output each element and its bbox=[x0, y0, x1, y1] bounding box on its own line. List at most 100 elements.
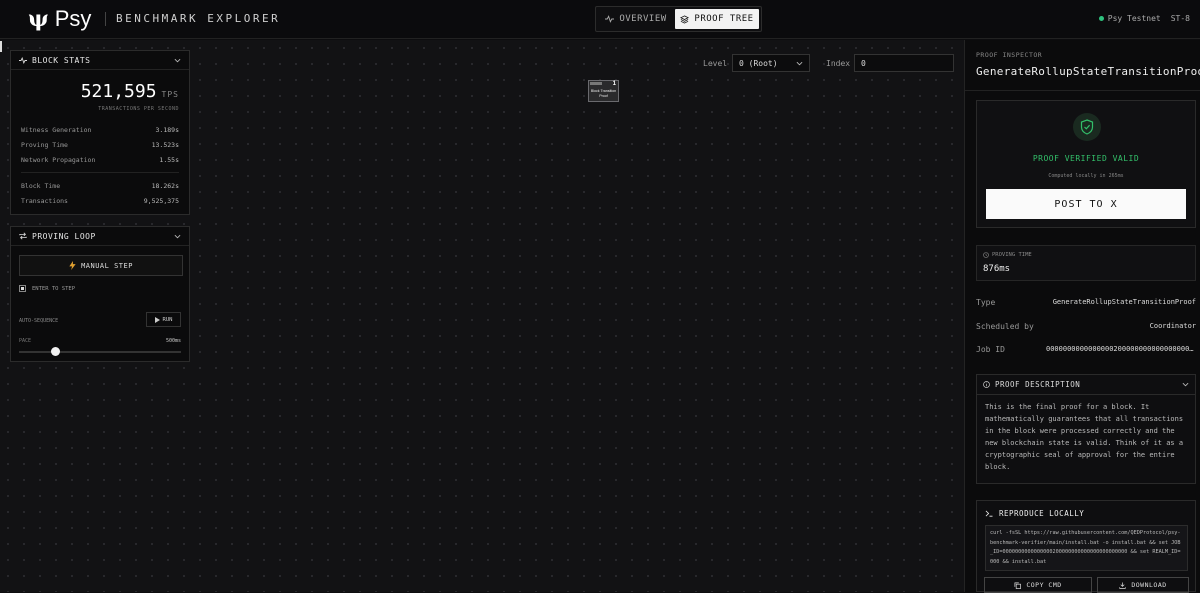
reproduce-header: REPRODUCE LOCALLY bbox=[985, 509, 1084, 518]
manual-step-button[interactable]: MANUAL STEP bbox=[19, 255, 183, 276]
scheduled-value: Coordinator bbox=[1149, 322, 1196, 330]
stat-witness-generation: Witness Generation 3.189s bbox=[21, 126, 179, 134]
tps-value: 521,595 bbox=[80, 81, 157, 102]
enter-to-step-label: ENTER TO STEP bbox=[32, 285, 76, 292]
tps-display: 521,595 TPS bbox=[81, 81, 179, 102]
node-count: 1 bbox=[612, 81, 616, 87]
tab-proof-tree[interactable]: PROOF TREE bbox=[675, 9, 759, 29]
pace-value: 500ms bbox=[165, 338, 181, 344]
tps-caption: TRANSACTIONS PER SECOND bbox=[98, 106, 179, 112]
stat-value: 9,525,375 bbox=[143, 197, 179, 205]
block-stats-title: BLOCK STATS bbox=[32, 55, 91, 65]
pace-slider-thumb[interactable] bbox=[50, 347, 60, 356]
level-label: Level bbox=[703, 59, 728, 68]
copy-cmd-button[interactable]: COPY CMD bbox=[984, 577, 1092, 593]
chevron-down-icon[interactable] bbox=[1182, 382, 1189, 387]
stat-transactions: Transactions 9,525,375 bbox=[21, 197, 179, 205]
level-select[interactable]: 0 (Root) bbox=[732, 54, 810, 72]
download-icon bbox=[1119, 581, 1126, 589]
lightning-icon bbox=[69, 261, 76, 270]
stat-proving-time: Proving Time 13.523s bbox=[21, 141, 179, 149]
verification-card: PROOF VERIFIED VALID Computed locally in… bbox=[976, 100, 1196, 228]
proving-loop-title: PROVING LOOP bbox=[32, 231, 96, 241]
stat-block-time: Block Time 18.262s bbox=[21, 182, 179, 190]
download-label: DOWNLOAD bbox=[1131, 581, 1167, 589]
view-switcher: OVERVIEW PROOF TREE bbox=[595, 6, 762, 32]
computed-time: Computed locally in 265ms bbox=[1048, 173, 1124, 179]
stat-label: Block Time bbox=[21, 182, 61, 190]
auto-sequence-label: AUTO-SEQUENCE bbox=[19, 318, 59, 324]
inspector-section-label: PROOF INSPECTOR bbox=[976, 51, 1043, 59]
proof-tree-node[interactable]: 1 Block Transition Proof bbox=[588, 80, 619, 102]
block-stats-header[interactable]: BLOCK STATS bbox=[11, 51, 189, 70]
proving-time-label: PROVING TIME bbox=[992, 252, 1032, 258]
stat-network-propagation: Network Propagation 1.55s bbox=[21, 156, 179, 164]
copy-icon bbox=[1014, 582, 1022, 589]
tps-unit: TPS bbox=[161, 90, 179, 99]
run-button[interactable]: RUN bbox=[146, 312, 181, 327]
stats-divider bbox=[21, 172, 179, 173]
scheduled-row: Scheduled by Coordinator bbox=[976, 322, 1196, 331]
activity-icon bbox=[605, 15, 615, 23]
reproduce-command[interactable]: curl -fsSL https://raw.githubusercontent… bbox=[985, 525, 1188, 571]
proof-description-panel: PROOF DESCRIPTION This is the final proo… bbox=[976, 374, 1196, 484]
node-tag bbox=[590, 82, 602, 85]
download-button[interactable]: DOWNLOAD bbox=[1097, 577, 1189, 593]
chevron-down-icon bbox=[796, 61, 803, 65]
shield-check-icon bbox=[1073, 113, 1101, 141]
logo-text: Psy bbox=[54, 6, 92, 31]
brand-divider bbox=[105, 12, 106, 26]
scheduled-label: Scheduled by bbox=[976, 322, 1034, 331]
pace-label: PACE bbox=[19, 338, 32, 344]
pace-slider-track[interactable] bbox=[19, 351, 181, 353]
reproduce-locally-panel: REPRODUCE LOCALLY curl -fsSL https://raw… bbox=[976, 500, 1196, 593]
proving-time-card: PROVING TIME 876ms bbox=[976, 245, 1196, 281]
index-input[interactable]: 0 bbox=[854, 54, 954, 72]
proving-time-label-row: PROVING TIME bbox=[983, 252, 1032, 258]
run-label: RUN bbox=[162, 316, 173, 323]
repeat-icon bbox=[19, 232, 27, 240]
network-name: Psy Testnet bbox=[1107, 14, 1161, 23]
proving-loop-header[interactable]: PROVING LOOP bbox=[11, 227, 189, 246]
enter-to-step-toggle[interactable]: ENTER TO STEP bbox=[19, 285, 75, 292]
stat-label: Transactions bbox=[21, 197, 68, 205]
type-label: Type bbox=[976, 298, 996, 307]
proof-description-header[interactable]: PROOF DESCRIPTION bbox=[977, 375, 1195, 395]
type-value: GenerateRollupStateTransitionProof bbox=[1052, 298, 1196, 306]
proof-inspector-panel: PROOF INSPECTOR GenerateRollupStateTrans… bbox=[964, 40, 1200, 593]
proving-loop-panel: PROVING LOOP MANUAL STEP ENTER TO STEP A… bbox=[10, 226, 190, 362]
tab-overview-label: OVERVIEW bbox=[619, 14, 667, 24]
chevron-down-icon[interactable] bbox=[174, 58, 181, 63]
layers-icon bbox=[680, 14, 690, 24]
play-icon bbox=[154, 316, 160, 323]
block-stats-panel: BLOCK STATS 521,595 TPS TRANSACTIONS PER… bbox=[10, 50, 190, 215]
stat-value: 13.523s bbox=[151, 141, 179, 149]
reproduce-title: REPRODUCE LOCALLY bbox=[999, 509, 1085, 518]
tab-overview[interactable]: OVERVIEW bbox=[599, 9, 673, 29]
psy-logo[interactable]: ψ Psy bbox=[28, 6, 91, 32]
enter-to-step-checkbox[interactable] bbox=[19, 285, 26, 292]
psi-logo-icon: ψ bbox=[28, 6, 49, 32]
inspector-divider bbox=[965, 90, 1200, 91]
proving-time-value: 876ms bbox=[983, 264, 1011, 274]
post-to-x-button[interactable]: POST TO X bbox=[986, 189, 1186, 219]
job-id-value[interactable]: 0000000000000000200000000000000000000000 bbox=[1046, 345, 1196, 354]
proof-description-title: PROOF DESCRIPTION bbox=[995, 380, 1081, 389]
level-select-value: 0 (Root) bbox=[739, 58, 778, 68]
info-icon bbox=[983, 381, 990, 388]
node-name: Block Transition Proof bbox=[590, 89, 617, 98]
type-row: Type GenerateRollupStateTransitionProof bbox=[976, 298, 1196, 307]
terminal-icon bbox=[985, 510, 993, 517]
network-indicator[interactable]: Psy Testnet ST-8 bbox=[1098, 14, 1190, 23]
job-id-row: Job ID 000000000000000020000000000000000… bbox=[976, 345, 1196, 354]
stat-label: Witness Generation bbox=[21, 126, 92, 134]
status-dot-icon bbox=[1098, 16, 1104, 21]
text-cursor bbox=[0, 41, 2, 52]
stat-value: 1.55s bbox=[159, 156, 179, 164]
slot-label: ST-8 bbox=[1170, 14, 1190, 23]
copy-cmd-label: COPY CMD bbox=[1026, 581, 1062, 589]
stat-value: 3.189s bbox=[155, 126, 179, 134]
stat-label: Proving Time bbox=[21, 141, 68, 149]
chevron-down-icon[interactable] bbox=[174, 234, 181, 239]
activity-icon bbox=[19, 56, 27, 64]
